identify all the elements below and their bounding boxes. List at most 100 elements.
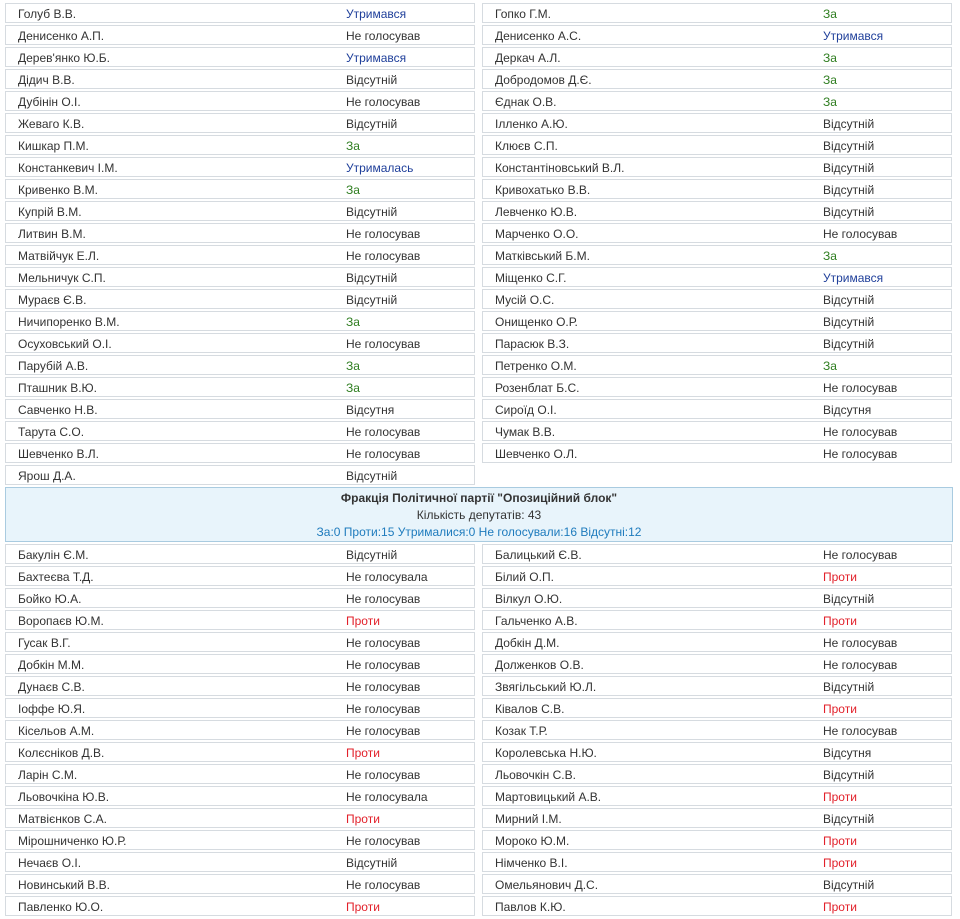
deputy-name: Мураєв Є.В.	[18, 293, 87, 307]
deputy-row: Литвин В.М. Не голосував	[5, 223, 475, 243]
deputy-name: Бойко Ю.А.	[18, 592, 82, 606]
deputy-row: Кісельов А.М. Не голосував	[5, 720, 475, 740]
deputy-row: Бойко Ю.А. Не голосував	[5, 588, 475, 608]
deputy-row: Онищенко О.Р. Відсутній	[482, 311, 952, 331]
deputy-name: Новинський В.В.	[18, 878, 110, 892]
deputy-name: Дунаєв С.В.	[18, 680, 85, 694]
deputy-name: Мельничук С.П.	[18, 271, 106, 285]
deputy-name: Гальченко А.В.	[495, 614, 578, 628]
deputy-name: Гусак В.Г.	[18, 636, 71, 650]
vote-result: Не голосував	[346, 702, 421, 716]
vote-result: Відсутній	[346, 469, 398, 483]
deputy-name: Білий О.П.	[495, 570, 554, 584]
deputy-row: Гопко Г.М. За	[482, 3, 952, 23]
faction-deputy-count: Кількість депутатів: 43	[416, 508, 542, 522]
vote-result: Відсутній	[823, 293, 875, 307]
vote-result: Відсутній	[823, 812, 875, 826]
deputy-row: Матвійчук Е.Л. Не голосував	[5, 245, 475, 265]
deputy-row: Дідич В.В. Відсутній	[5, 69, 475, 89]
deputy-name: Міщенко С.Г.	[495, 271, 567, 285]
deputy-name: Німченко В.І.	[495, 856, 568, 870]
deputy-row: Сироїд О.І. Відсутня	[482, 399, 952, 419]
vote-result: Відсутній	[823, 315, 875, 329]
vote-result: Не голосував	[346, 337, 421, 351]
deputy-name: Льовочкіна Ю.В.	[18, 790, 110, 804]
vote-result: Відсутній	[823, 117, 875, 131]
vote-result: Не голосував	[346, 425, 421, 439]
deputy-name: Ілленко А.Ю.	[495, 117, 568, 131]
vote-result: Проти	[346, 614, 380, 628]
vote-result: Відсутній	[823, 680, 875, 694]
vote-result: Не голосував	[346, 592, 421, 606]
deputy-row: Мирний І.М. Відсутній	[482, 808, 952, 828]
deputy-row: Голуб В.В. Утримався	[5, 3, 475, 23]
deputy-name: Гопко Г.М.	[495, 7, 551, 21]
deputy-name: Дерев'янко Ю.Б.	[18, 51, 110, 65]
deputy-name: Ківалов С.В.	[495, 702, 565, 716]
vote-result: Відсутня	[823, 403, 872, 417]
vote-result: Відсутній	[346, 117, 398, 131]
deputy-name: Льовочкін С.В.	[495, 768, 576, 782]
deputy-row: Вілкул О.Ю. Відсутній	[482, 588, 952, 608]
vote-result: Не голосував	[823, 227, 898, 241]
deputy-name: Розенблат Б.С.	[495, 381, 580, 395]
vote-result: Не голосував	[823, 447, 898, 461]
vote-result: Проти	[346, 746, 380, 760]
deputy-row: Мельничук С.П. Відсутній	[5, 267, 475, 287]
deputy-row: Добкін М.М. Не голосував	[5, 654, 475, 674]
deputy-name: Марченко О.О.	[495, 227, 579, 241]
deputy-row: Міщенко С.Г. Утримався	[482, 267, 952, 287]
vote-result: Відсутній	[823, 205, 875, 219]
vote-result: За	[823, 51, 837, 65]
vote-result: Не голосував	[823, 636, 898, 650]
deputy-row: Дерев'янко Ю.Б. Утримався	[5, 47, 475, 67]
deputy-row: Жеваго К.В. Відсутній	[5, 113, 475, 133]
vote-result: Проти	[823, 834, 857, 848]
deputy-row: Звягільський Ю.Л. Відсутній	[482, 676, 952, 696]
faction-header: Фракція Політичної партії "Опозиційний б…	[5, 487, 953, 542]
deputy-row: Мураєв Є.В. Відсутній	[5, 289, 475, 309]
deputy-name: Деркач А.Л.	[495, 51, 561, 65]
vote-result: За	[823, 73, 837, 87]
deputy-name: Шевченко В.Л.	[18, 447, 99, 461]
vote-result: Відсутня	[823, 746, 872, 760]
deputy-name: Балицький Є.В.	[495, 548, 582, 562]
deputy-name: Кісельов А.М.	[18, 724, 95, 738]
deputy-row: Колєсніков Д.В. Проти	[5, 742, 475, 762]
deputy-name: Бахтеєва Т.Д.	[18, 570, 94, 584]
vote-result: За	[346, 139, 360, 153]
deputy-name: Ничипоренко В.М.	[18, 315, 120, 329]
deputy-row: Пташник В.Ю. За	[5, 377, 475, 397]
deputy-name: Звягільський Ю.Л.	[495, 680, 597, 694]
deputy-name: Єднак О.В.	[495, 95, 557, 109]
deputy-row: Омельянович Д.С. Відсутній	[482, 874, 952, 894]
vote-result: Утрималась	[346, 161, 414, 175]
vote-result: Відсутній	[823, 337, 875, 351]
deputy-name: Бакулін Є.М.	[18, 548, 89, 562]
vote-result: Не голосував	[346, 636, 421, 650]
vote-result: Проти	[346, 812, 380, 826]
deputy-row: Деркач А.Л. За	[482, 47, 952, 67]
vote-result: Відсутній	[823, 183, 875, 197]
deputy-name: Парубій А.В.	[18, 359, 89, 373]
vote-result: За	[823, 249, 837, 263]
vote-result: Відсутній	[346, 293, 398, 307]
vote-result: Не голосував	[346, 249, 421, 263]
deputy-row: Петренко О.М. За	[482, 355, 952, 375]
deputy-name: Вілкул О.Ю.	[495, 592, 563, 606]
deputy-row: Ківалов С.В. Проти	[482, 698, 952, 718]
deputy-row: Гусак В.Г. Не голосував	[5, 632, 475, 652]
vote-result: За	[823, 95, 837, 109]
deputy-name: Литвин В.М.	[18, 227, 86, 241]
deputy-row: Павлов К.Ю. Проти	[482, 896, 952, 916]
deputy-row: Добродомов Д.Є. За	[482, 69, 952, 89]
deputy-row: Ілленко А.Ю. Відсутній	[482, 113, 952, 133]
deputy-name: Королевська Н.Ю.	[495, 746, 597, 760]
deputy-name: Колєсніков Д.В.	[18, 746, 105, 760]
deputy-row: Парасюк В.З. Відсутній	[482, 333, 952, 353]
deputy-row: Денисенко А.П. Не голосував	[5, 25, 475, 45]
deputy-name: Клюєв С.П.	[495, 139, 558, 153]
deputy-row: Німченко В.І. Проти	[482, 852, 952, 872]
deputy-name: Чумак В.В.	[495, 425, 556, 439]
deputy-row: Королевська Н.Ю. Відсутня	[482, 742, 952, 762]
